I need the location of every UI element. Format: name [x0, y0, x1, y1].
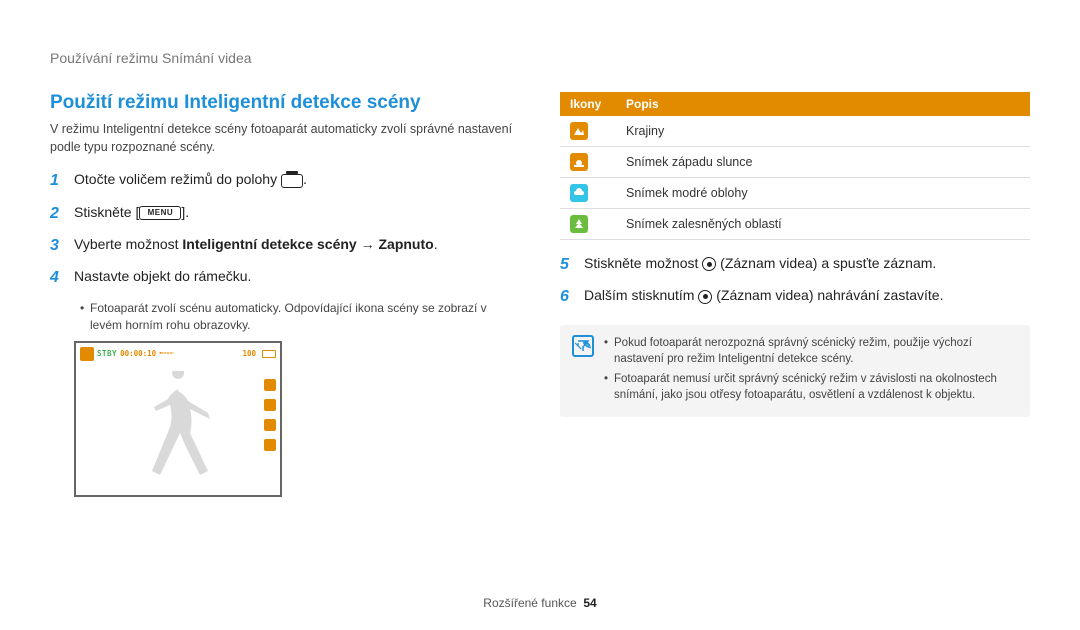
step-5: 5 Stiskněte možnost (Záznam videa) a spu… — [560, 254, 1030, 276]
sunset-icon — [570, 153, 588, 171]
note-icon: ✎ — [572, 335, 594, 357]
side-icon — [264, 399, 276, 411]
video-mode-icon — [281, 174, 303, 188]
table-row: Krajiny — [560, 116, 1030, 147]
left-column: Použití režimu Inteligentní detekce scén… — [50, 92, 520, 497]
step-3: 3 Vyberte možnost Inteligentní detekce s… — [50, 235, 520, 257]
step-2: 2 Stiskněte [MENU]. — [50, 203, 520, 225]
step-6: 6 Dalším stisknutím (Záznam videa) nahrá… — [560, 286, 1030, 308]
right-column: Ikony Popis Krajiny Snímek západu slunce — [560, 92, 1030, 497]
menu-icon: MENU — [139, 206, 181, 220]
step-text: (Záznam videa) nahrávání zastavíte. — [712, 287, 943, 303]
side-icon — [264, 419, 276, 431]
row-label: Krajiny — [616, 116, 1030, 147]
record-icon — [698, 290, 712, 304]
battery-icon — [262, 350, 276, 358]
step-number: 6 — [560, 286, 576, 308]
table-header-desc: Popis — [616, 92, 1030, 116]
page-number: 54 — [583, 596, 596, 610]
step-number: 4 — [50, 267, 66, 289]
stby-label: STBY — [97, 349, 117, 358]
footer-section: Rozšířené funkce — [483, 596, 576, 610]
step-text: (Záznam videa) a spusťte záznam. — [716, 255, 936, 271]
step-number: 2 — [50, 203, 66, 225]
step-1: 1 Otočte voličem režimů do polohy . — [50, 170, 520, 192]
side-icon — [264, 439, 276, 451]
landscape-icon — [570, 122, 588, 140]
step-text: Vyberte možnost — [74, 236, 182, 252]
step-text: Dalším stisknutím — [584, 287, 698, 303]
note-item: Fotoaparát nemusí určit správný scénický… — [604, 371, 1018, 403]
step-text: Stiskněte [ — [74, 204, 139, 220]
camera-preview: STBY 00:00:10 ▪▫▫▫▫▫▫▫▫ 100 — [74, 341, 282, 497]
step-number: 3 — [50, 235, 66, 257]
forest-icon — [570, 215, 588, 233]
side-icon — [264, 379, 276, 391]
row-label: Snímek modré oblohy — [616, 178, 1030, 209]
breadcrumb: Používání režimu Snímání videa — [50, 50, 1030, 66]
dancer-silhouette — [123, 371, 233, 491]
intro-text: V režimu Inteligentní detekce scény foto… — [50, 120, 520, 156]
step-text: . — [303, 171, 307, 187]
time-label: 00:00:10 — [120, 349, 156, 358]
table-row: Snímek zalesněných oblastí — [560, 209, 1030, 240]
step-text: ]. — [181, 204, 189, 220]
step-number: 1 — [50, 170, 66, 192]
section-title: Použití režimu Inteligentní detekce scén… — [50, 92, 520, 114]
row-label: Snímek zalesněných oblastí — [616, 209, 1030, 240]
step-text: Stiskněte možnost — [584, 255, 702, 271]
step-4: 4 Nastavte objekt do rámečku. — [50, 267, 520, 289]
step-text: Nastavte objekt do rámečku. — [74, 267, 251, 287]
record-icon — [702, 257, 716, 271]
scene-icon — [80, 347, 94, 361]
table-row: Snímek modré oblohy — [560, 178, 1030, 209]
storage-count: 100 — [242, 349, 256, 358]
note-box: ✎ Pokud fotoaparát nerozpozná správný sc… — [560, 325, 1030, 417]
sky-icon — [570, 184, 588, 202]
exposure-dots: ▪▫▫▫▫▫▫▫▫ — [159, 350, 172, 357]
row-label: Snímek západu slunce — [616, 147, 1030, 178]
step-bold-text: Inteligentní detekce scény → Zapnuto — [182, 236, 433, 252]
step-4-sub: Fotoaparát zvolí scénu automaticky. Odpo… — [80, 300, 520, 335]
table-header-icons: Ikony — [560, 92, 616, 116]
page-footer: Rozšířené funkce 54 — [0, 596, 1080, 610]
note-item: Pokud fotoaparát nerozpozná správný scén… — [604, 335, 1018, 367]
step-text: . — [434, 236, 438, 252]
step-number: 5 — [560, 254, 576, 276]
steps-list: 1 Otočte voličem režimů do polohy . 2 St… — [50, 170, 520, 496]
step-text: Otočte voličem režimů do polohy — [74, 171, 281, 187]
scene-icon-table: Ikony Popis Krajiny Snímek západu slunce — [560, 92, 1030, 240]
table-row: Snímek západu slunce — [560, 147, 1030, 178]
